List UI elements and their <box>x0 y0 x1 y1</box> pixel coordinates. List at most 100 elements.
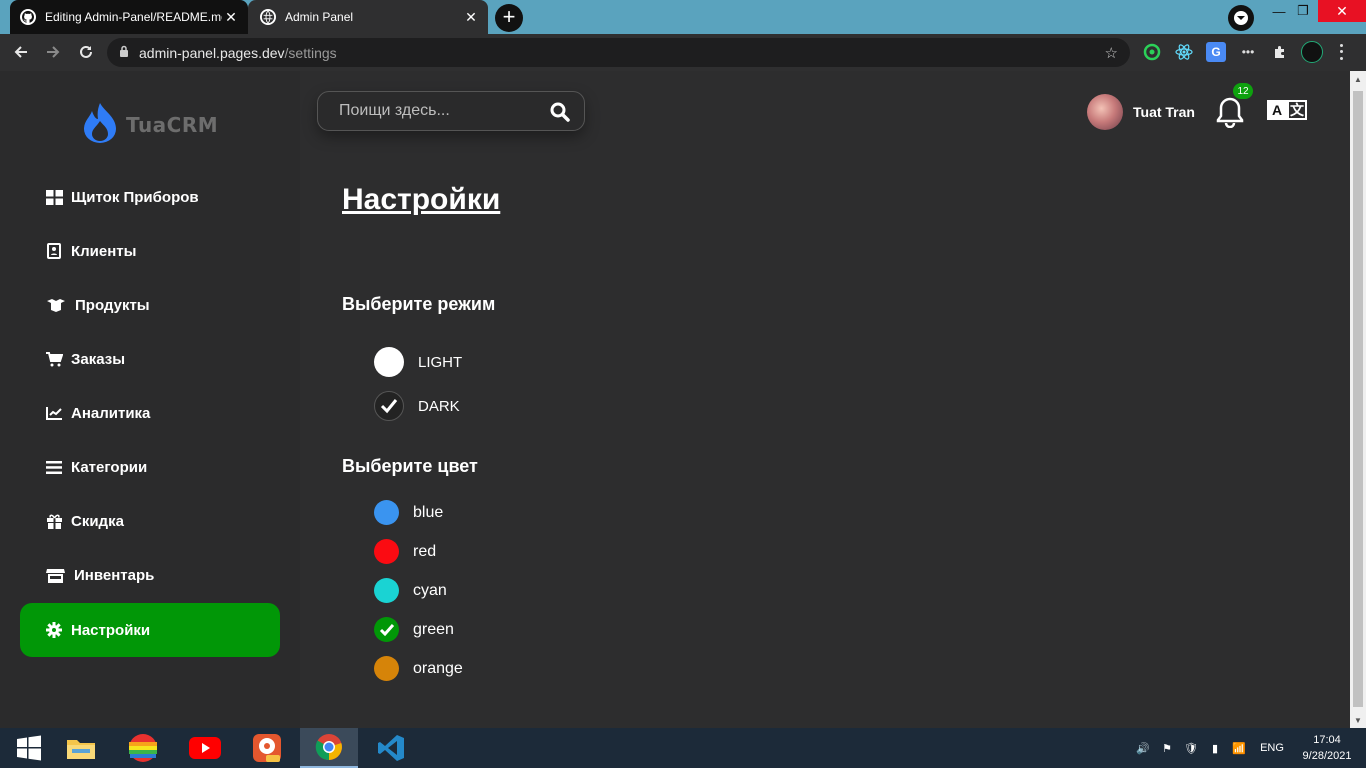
security-icon[interactable]: 🛡 <box>1182 728 1200 768</box>
taskbar: 🔊 ⚑ 🛡 ▮ 📶 ENG 17:04 9/28/2021 <box>0 728 1366 768</box>
sidebar-item-products[interactable]: Продукты <box>20 278 280 332</box>
mode-option-dark[interactable]: DARK <box>374 391 460 421</box>
vscode-icon[interactable] <box>362 728 420 768</box>
color-swatch-orange[interactable] <box>374 656 399 681</box>
notification-badge: 12 <box>1233 83 1253 99</box>
dashboard-icon <box>45 189 63 205</box>
tab-title: Editing Admin-Panel/README.md <box>45 10 222 24</box>
mode-dark-circle[interactable] <box>374 391 404 421</box>
main-content: Tuat Tran 12 A 文 Настройки Выберите режи… <box>300 71 1350 728</box>
color-swatch-cyan[interactable] <box>374 578 399 603</box>
dots-extension-icon[interactable]: ••• <box>1238 42 1258 62</box>
new-tab-button[interactable]: + <box>495 4 523 32</box>
maximize-icon[interactable]: ❐ <box>1292 0 1314 22</box>
back-arrow-icon[interactable] <box>8 39 34 65</box>
contact-card-icon <box>45 243 63 259</box>
chart-line-icon <box>45 405 63 421</box>
browser-menu-icon[interactable] <box>1334 42 1348 62</box>
react-devtools-icon[interactable] <box>1174 42 1194 62</box>
reload-icon[interactable] <box>73 39 99 65</box>
sidebar-item-label: Настройки <box>71 621 151 639</box>
url-path: /settings <box>284 44 337 61</box>
chrome-icon[interactable] <box>300 728 358 768</box>
sidebar: TuaCRM Щиток Приборов Клиенты Продукты З… <box>0 71 300 728</box>
address-bar[interactable]: admin-panel.pages.dev/settings ☆ <box>107 38 1130 67</box>
flame-icon <box>82 101 118 148</box>
sidebar-item-settings[interactable]: Настройки <box>20 603 280 657</box>
battery-icon[interactable]: ▮ <box>1206 728 1224 768</box>
sidebar-item-clients[interactable]: Клиенты <box>20 224 280 278</box>
page-scrollbar[interactable]: ▲ ▼ <box>1350 71 1366 728</box>
color-option-red[interactable]: red <box>374 539 436 564</box>
language-switch-icon[interactable]: A 文 <box>1267 100 1307 120</box>
color-option-green[interactable]: green <box>374 617 454 642</box>
forward-arrow-icon[interactable] <box>40 39 66 65</box>
scrollbar-thumb[interactable] <box>1353 91 1363 707</box>
flag-icon[interactable]: ⚑ <box>1158 728 1176 768</box>
browser-toolbar: admin-panel.pages.dev/settings ☆ G ••• <box>0 34 1366 71</box>
file-explorer-icon[interactable] <box>52 728 110 768</box>
color-label: cyan <box>413 581 447 599</box>
network-signal-icon[interactable]: 📶 <box>1230 728 1248 768</box>
color-option-orange[interactable]: orange <box>374 656 463 681</box>
url-text: admin-panel.pages.dev/settings <box>139 45 337 61</box>
color-option-cyan[interactable]: cyan <box>374 578 447 603</box>
gift-icon <box>45 513 63 529</box>
mode-option-light[interactable]: LIGHT <box>374 347 462 377</box>
user-menu[interactable]: Tuat Tran <box>1087 94 1195 130</box>
tab-readme[interactable]: Editing Admin-Panel/README.md ✕ <box>10 0 248 34</box>
sidebar-item-categories[interactable]: Категории <box>20 440 280 494</box>
sidebar-item-inventory[interactable]: Инвентарь <box>20 548 280 602</box>
sidebar-item-dashboard[interactable]: Щиток Приборов <box>20 170 280 224</box>
mode-section-title: Выберите режим <box>342 294 496 314</box>
translate-extension-icon[interactable]: G <box>1206 42 1226 62</box>
keyboard-language[interactable]: ENG <box>1256 728 1288 768</box>
sidebar-item-orders[interactable]: Заказы <box>20 332 280 386</box>
globe-icon <box>260 9 276 25</box>
youtube-icon[interactable] <box>176 728 234 768</box>
checkmark-icon <box>380 399 398 414</box>
page-title: Настройки <box>342 183 501 216</box>
color-option-blue[interactable]: blue <box>374 500 443 525</box>
profile-button[interactable] <box>1228 5 1254 31</box>
sidebar-item-label: Продукты <box>75 296 150 314</box>
close-window-icon[interactable]: ✕ <box>1318 0 1366 22</box>
windows-start-icon[interactable] <box>0 728 58 768</box>
search-icon[interactable] <box>550 102 570 127</box>
rainbow-app-icon[interactable] <box>114 728 172 768</box>
search-input[interactable] <box>339 102 539 120</box>
tab-admin-panel[interactable]: Admin Panel ✕ <box>248 0 488 34</box>
sidebar-item-label: Щиток Приборов <box>71 188 199 206</box>
puzzle-extensions-icon[interactable] <box>1270 42 1290 62</box>
close-tab-icon[interactable]: ✕ <box>462 9 480 26</box>
lock-icon <box>119 44 129 62</box>
color-label: orange <box>413 659 463 677</box>
sidebar-item-discount[interactable]: Скидка <box>20 494 280 548</box>
minimize-icon[interactable]: — <box>1268 0 1290 22</box>
color-swatch-red[interactable] <box>374 539 399 564</box>
sidebar-item-label: Аналитика <box>71 404 151 422</box>
media-player-icon[interactable] <box>238 728 296 768</box>
checkmark-icon <box>379 623 394 636</box>
logo[interactable]: TuaCRM <box>82 101 218 148</box>
extension-ring-icon[interactable] <box>1142 42 1162 62</box>
scroll-up-icon[interactable]: ▲ <box>1350 71 1366 87</box>
clock[interactable]: 17:04 9/28/2021 <box>1294 732 1360 764</box>
close-tab-icon[interactable]: ✕ <box>222 9 240 26</box>
color-swatch-blue[interactable] <box>374 500 399 525</box>
color-swatch-green[interactable] <box>374 617 399 642</box>
tab-title: Admin Panel <box>285 10 354 24</box>
color-section-title: Выберите цвет <box>342 456 478 476</box>
browser-tab-strip: Editing Admin-Panel/README.md ✕ Admin Pa… <box>0 0 1366 34</box>
sidebar-item-analytics[interactable]: Аналитика <box>20 386 280 440</box>
bookmark-star-icon[interactable]: ☆ <box>1105 44 1118 62</box>
bell-icon[interactable] <box>1215 96 1245 133</box>
user-name: Tuat Tran <box>1133 104 1195 120</box>
avatar <box>1087 94 1123 130</box>
volume-icon[interactable]: 🔊 <box>1134 728 1152 768</box>
clock-date: 9/28/2021 <box>1302 750 1352 762</box>
mode-light-circle[interactable] <box>374 347 404 377</box>
user-profile-icon[interactable] <box>1301 41 1323 63</box>
scroll-down-icon[interactable]: ▼ <box>1350 712 1366 728</box>
color-label: green <box>413 620 454 638</box>
